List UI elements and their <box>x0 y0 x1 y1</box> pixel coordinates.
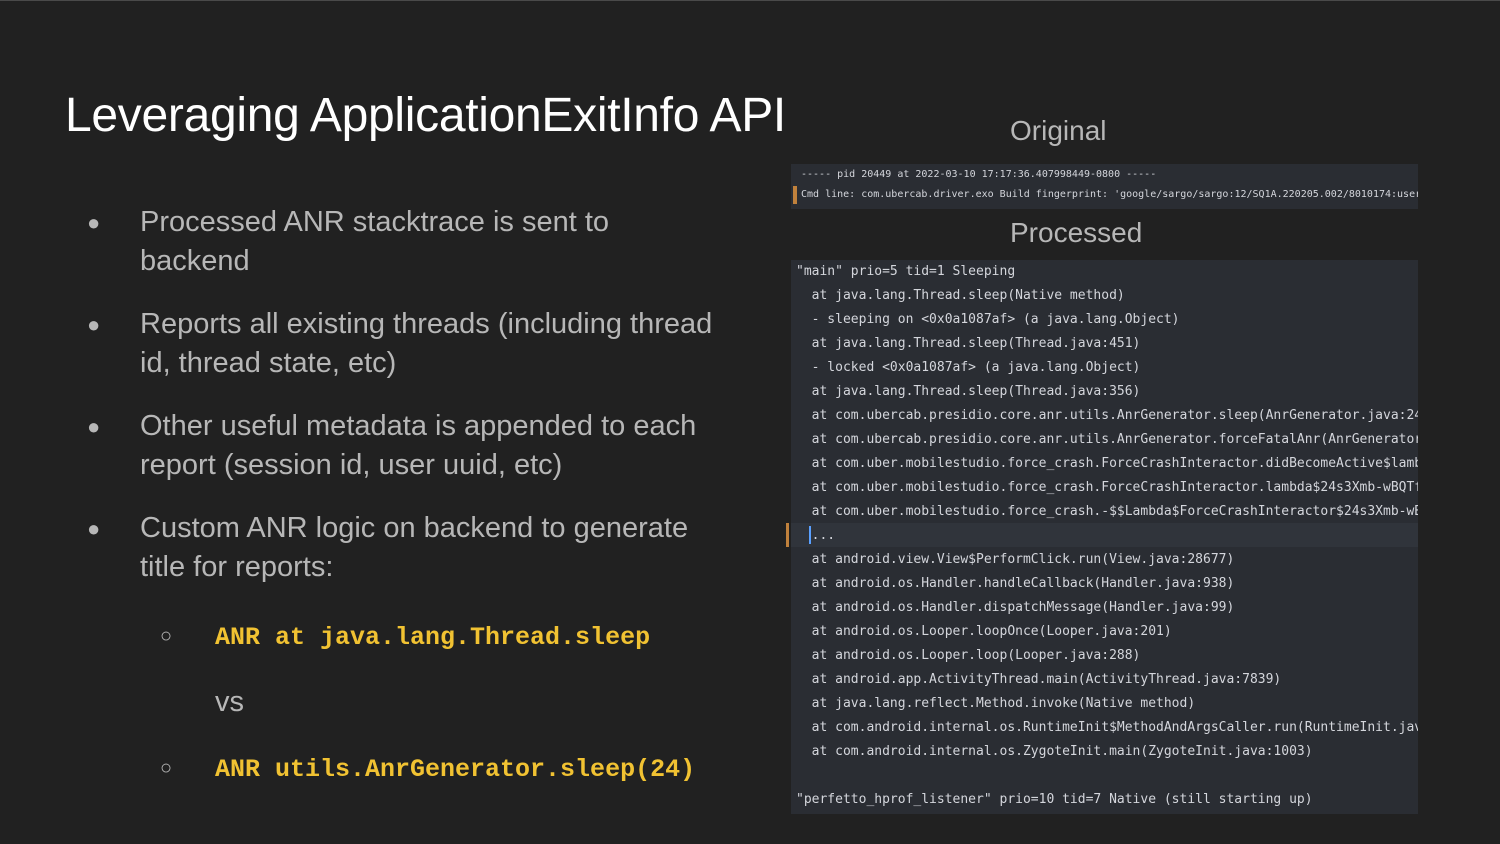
processed-trace-line: at com.ubercab.presidio.core.anr.utils.A… <box>796 408 1418 423</box>
processed-trace-line: at com.android.internal.os.RuntimeInit$M… <box>796 720 1418 735</box>
sub-bullet-thread-sleep: ○ ANR at java.lang.Thread.sleep <box>160 620 720 655</box>
bullet-dot-icon: ● <box>87 414 101 439</box>
hollow-circle-icon: ○ <box>160 757 173 779</box>
processed-trace-line: at android.os.Looper.loopOnce(Looper.jav… <box>796 624 1172 639</box>
processed-trace-line: at com.uber.mobilestudio.force_crash.For… <box>796 480 1418 495</box>
processed-trace-line: "perfetto_hprof_listener" prio=10 tid=7 … <box>796 792 1313 807</box>
processed-trace-line: at android.os.Looper.loop(Looper.java:28… <box>796 648 1141 663</box>
current-line-highlight <box>791 523 1418 547</box>
original-heading: Original <box>1010 115 1107 146</box>
anr-title-example-2: ANR utils.AnrGenerator.sleep(24) <box>215 755 696 784</box>
processed-trace-line: - locked <0x0a1087af> (a java.lang.Objec… <box>796 360 1141 375</box>
original-trace-line: ----- pid 20449 at 2022-03-10 17:17:36.4… <box>801 169 1157 180</box>
processed-trace-line: - sleeping on <0x0a1087af> (a java.lang.… <box>796 312 1180 327</box>
processed-trace-line: "main" prio=5 tid=1 Sleeping <box>796 264 1016 279</box>
processed-trace-line: at android.view.View$PerformClick.run(Vi… <box>796 552 1235 567</box>
processed-trace-line: at android.os.Handler.dispatchMessage(Ha… <box>796 600 1235 615</box>
bullet-dot-icon: ● <box>87 210 101 235</box>
processed-trace-line: at java.lang.reflect.Method.invoke(Nativ… <box>796 696 1196 711</box>
bullet-item: ● Other useful metadata is appended to e… <box>80 407 720 485</box>
bullet-dot-icon: ● <box>87 516 101 541</box>
bullet-text: Custom ANR logic on backend to generate … <box>140 512 689 583</box>
bullet-item: ● Processed ANR stacktrace is sent to ba… <box>80 203 720 281</box>
line-marker <box>786 523 789 547</box>
original-trace-panel: ----- pid 20449 at 2022-03-10 17:17:36.4… <box>791 164 1418 209</box>
processed-trace-line: at com.ubercab.presidio.core.anr.utils.A… <box>796 432 1418 447</box>
processed-trace-panel: "main" prio=5 tid=1 Sleeping at java.lan… <box>791 260 1418 814</box>
processed-trace-line: at java.lang.Thread.sleep(Native method) <box>796 288 1125 303</box>
bullet-item: ● Reports all existing threads (includin… <box>80 305 720 383</box>
processed-heading: Processed <box>1010 217 1143 248</box>
hollow-circle-icon: ○ <box>160 625 173 647</box>
bullet-list: ● Processed ANR stacktrace is sent to ba… <box>80 203 720 611</box>
line-marker <box>793 186 797 204</box>
processed-trace-line: at com.uber.mobilestudio.force_crash.-$$… <box>796 504 1418 519</box>
original-trace-line: Cmd line: com.ubercab.driver.exo Build f… <box>801 189 1418 200</box>
anr-title-example-1: ANR at java.lang.Thread.sleep <box>215 623 651 652</box>
processed-trace-line: at com.uber.mobilestudio.force_crash.For… <box>796 456 1418 471</box>
processed-trace-line: at java.lang.Thread.sleep(Thread.java:35… <box>796 384 1141 399</box>
sub-bullet-anr-generator: ○ ANR utils.AnrGenerator.sleep(24) <box>160 752 720 787</box>
bullet-item: ● Custom ANR logic on backend to generat… <box>80 509 720 587</box>
processed-trace-line: at java.lang.Thread.sleep(Thread.java:45… <box>796 336 1141 351</box>
bullet-text: Processed ANR stacktrace is sent to back… <box>140 206 610 277</box>
slide-title: Leveraging ApplicationExitInfo API <box>65 89 786 142</box>
versus-label: vs <box>215 686 244 718</box>
bullet-dot-icon: ● <box>87 312 101 337</box>
processed-trace-line: ... <box>796 528 836 543</box>
processed-trace-line: at com.android.internal.os.ZygoteInit.ma… <box>796 744 1313 759</box>
top-border <box>0 0 1500 1</box>
processed-trace-line: at android.app.ActivityThread.main(Activ… <box>796 672 1282 687</box>
processed-trace-line: at android.os.Handler.handleCallback(Han… <box>796 576 1235 591</box>
bullet-text: Other useful metadata is appended to eac… <box>140 410 697 481</box>
bullet-text: Reports all existing threads (including … <box>140 308 713 379</box>
